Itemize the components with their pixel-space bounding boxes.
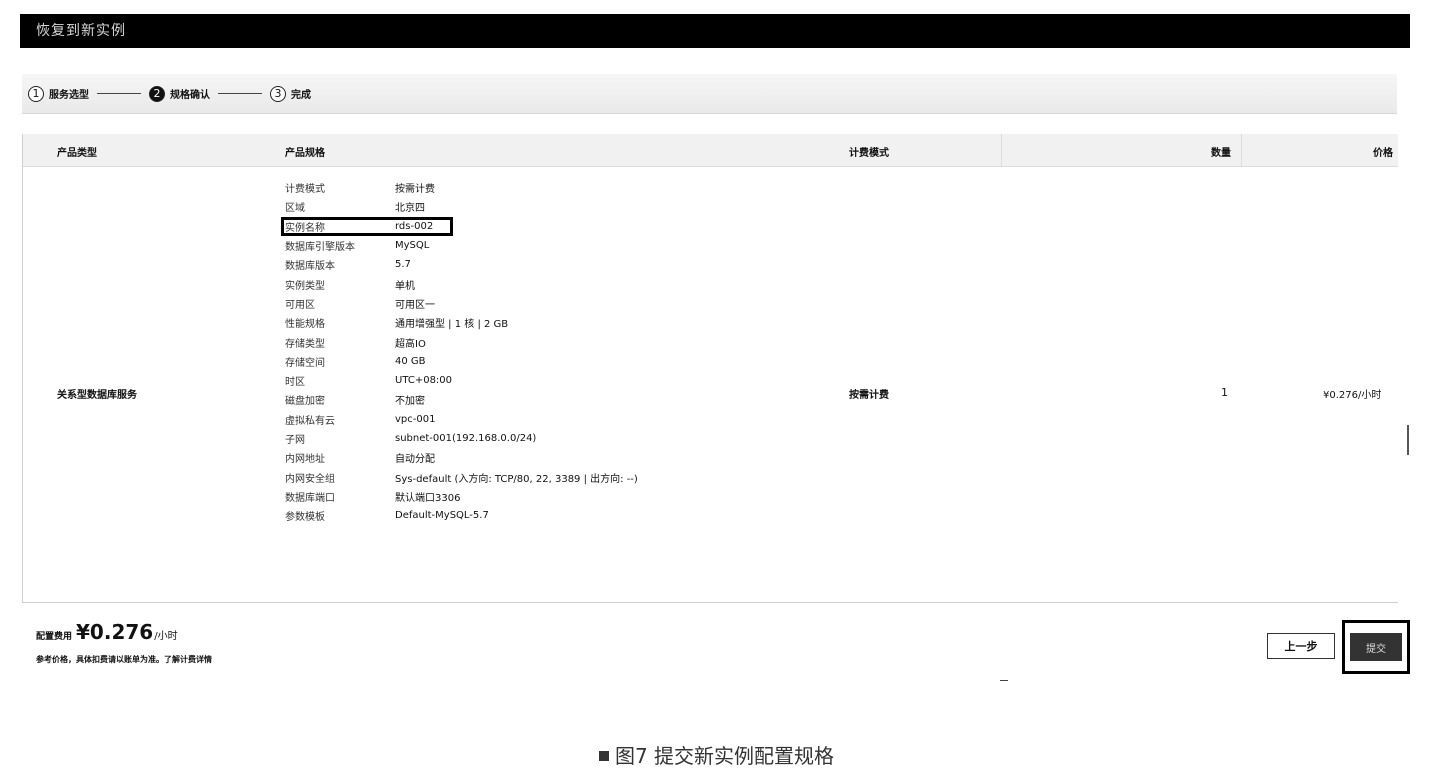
step-indicator: 1 服务选型 2 规格确认 3 完成 — [22, 74, 1397, 114]
header-price: 价格 — [1373, 148, 1393, 159]
spec-row: 数据库引擎版本 MySQL — [285, 236, 638, 255]
step-3-label: 完成 — [291, 90, 311, 101]
spec-row: 参数模板 Default-MySQL-5.7 — [285, 506, 638, 525]
spec-key: 数据库端口 — [285, 492, 335, 504]
spec-key: 虚拟私有云 — [285, 415, 335, 427]
spec-value: UTC+08:00 — [395, 375, 453, 387]
scrollbar-thumb[interactable] — [1407, 425, 1409, 455]
spec-value: 默认端口3306 — [395, 492, 461, 504]
divider — [1000, 680, 1008, 681]
window-title: 恢复到新实例 — [20, 14, 1410, 48]
spec-value: 5.7 — [395, 259, 411, 271]
caption-text: 图7 提交新实例配置规格 — [614, 744, 835, 768]
spec-row: 虚拟私有云 vpc-001 — [285, 410, 638, 429]
spec-key: 可用区 — [285, 299, 315, 311]
spec-row: 磁盘加密 不加密 — [285, 390, 638, 409]
spec-value: 40 GB — [395, 355, 426, 367]
fee-value: ¥0.276 — [76, 620, 154, 644]
spec-row: 区域 北京四 — [285, 197, 638, 216]
spec-row: 时区 UTC+08:00 — [285, 371, 638, 390]
spec-key: 计费模式 — [285, 184, 325, 196]
spec-row: 存储类型 超高IO — [285, 332, 638, 351]
step-2: 2 规格确认 — [149, 85, 210, 102]
fee-unit: /小时 — [154, 631, 178, 642]
spec-value: subnet-001(192.168.0.0/24) — [395, 433, 537, 444]
spec-value: 不加密 — [395, 396, 425, 408]
spec-key: 实例名称 — [285, 222, 325, 234]
spec-key: 内网地址 — [285, 454, 325, 466]
spec-value: rds-002 — [395, 220, 434, 232]
header-product-type: 产品类型 — [57, 148, 97, 159]
submit-button[interactable]: 提交 — [1350, 633, 1402, 661]
fee-label: 配置费用 — [36, 632, 73, 642]
spec-key: 存储类型 — [285, 338, 325, 350]
spec-list: 计费模式 按需计费 区域 北京四 实例名称 rds-002 数据库引擎版本 MySQL … — [281, 178, 638, 525]
spec-value: vpc-001 — [395, 413, 436, 425]
spec-value: 可用区一 — [395, 299, 435, 311]
submit-highlight-box: 提交 — [1342, 620, 1410, 674]
quantity-cell: 1 — [1221, 386, 1228, 399]
spec-value: 超高IO — [395, 338, 426, 350]
step-1-number: 1 — [28, 85, 44, 102]
spec-row: 数据库端口 默认端口3306 — [285, 487, 638, 506]
spec-value: 北京四 — [395, 203, 425, 215]
header-product-spec: 产品规格 — [285, 148, 325, 159]
spec-value: Default-MySQL-5.7 — [395, 510, 489, 522]
spec-key: 磁盘加密 — [285, 396, 325, 408]
spec-row: 数据库版本 5.7 — [285, 255, 638, 274]
config-fee: 配置费用 ¥0.276 /小时 — [36, 620, 178, 644]
spec-key: 内网安全组 — [285, 473, 335, 485]
spec-key: 子网 — [285, 435, 305, 446]
step-2-label: 规格确认 — [170, 90, 210, 101]
spec-key: 实例类型 — [285, 280, 325, 292]
spec-row: 内网地址 自动分配 — [285, 448, 638, 467]
price-cell: ¥0.276/小时 — [1323, 390, 1382, 401]
fee-note[interactable]: 参考价格，具体扣费请以账单为准。了解计费详情 — [36, 654, 212, 665]
step-1: 1 服务选型 — [28, 85, 89, 102]
billing-mode-cell: 按需计费 — [849, 390, 889, 401]
step-3-number: 3 — [270, 85, 286, 102]
spec-row: 计费模式 按需计费 — [285, 178, 638, 197]
spec-key: 存储空间 — [285, 357, 325, 369]
header-quantity: 数量 — [1211, 148, 1231, 159]
step-connector — [218, 93, 262, 94]
spec-row-instance-name: 实例名称 rds-002 — [281, 216, 638, 236]
previous-step-button[interactable]: 上一步 — [1267, 633, 1335, 659]
spec-value: 通用增强型 | 1 核 | 2 GB — [395, 319, 509, 331]
spec-value: 按需计费 — [395, 184, 435, 196]
spec-row: 子网 subnet-001(192.168.0.0/24) — [285, 429, 638, 448]
spec-value: 单机 — [395, 280, 415, 292]
step-connector — [97, 93, 141, 94]
figure-caption: 图7 提交新实例配置规格 — [0, 740, 1433, 769]
spec-row: 实例类型 单机 — [285, 274, 638, 293]
column-divider — [1001, 134, 1002, 166]
spec-key: 数据库版本 — [285, 261, 335, 273]
spec-key: 时区 — [285, 377, 305, 389]
spec-row: 内网安全组 Sys-default (入方向: TCP/80, 22, 3389 … — [285, 467, 638, 486]
spec-key: 参数模板 — [285, 512, 325, 524]
spec-value: Sys-default (入方向: TCP/80, 22, 3389 | 出方向… — [395, 473, 638, 485]
step-2-number: 2 — [149, 85, 165, 102]
table-header: 产品类型 产品规格 计费模式 数量 价格 — [23, 134, 1398, 167]
column-divider — [1241, 134, 1242, 166]
spec-row: 可用区 可用区一 — [285, 294, 638, 313]
spec-value: MySQL — [395, 240, 430, 252]
step-1-label: 服务选型 — [49, 90, 89, 101]
header-billing-mode: 计费模式 — [849, 148, 889, 159]
product-type-cell: 关系型数据库服务 — [57, 390, 137, 401]
spec-key: 数据库引擎版本 — [285, 242, 355, 254]
spec-key: 区域 — [285, 203, 305, 215]
step-3: 3 完成 — [270, 85, 311, 102]
spec-key: 性能规格 — [285, 319, 325, 331]
spec-value: 自动分配 — [395, 454, 435, 466]
spec-row: 性能规格 通用增强型 | 1 核 | 2 GB — [285, 313, 638, 332]
spec-row: 存储空间 40 GB — [285, 352, 638, 371]
order-table: 产品类型 产品规格 计费模式 数量 价格 关系型数据库服务 计费模式 按需计费 区… — [22, 134, 1398, 603]
bullet-square-icon — [598, 750, 609, 761]
